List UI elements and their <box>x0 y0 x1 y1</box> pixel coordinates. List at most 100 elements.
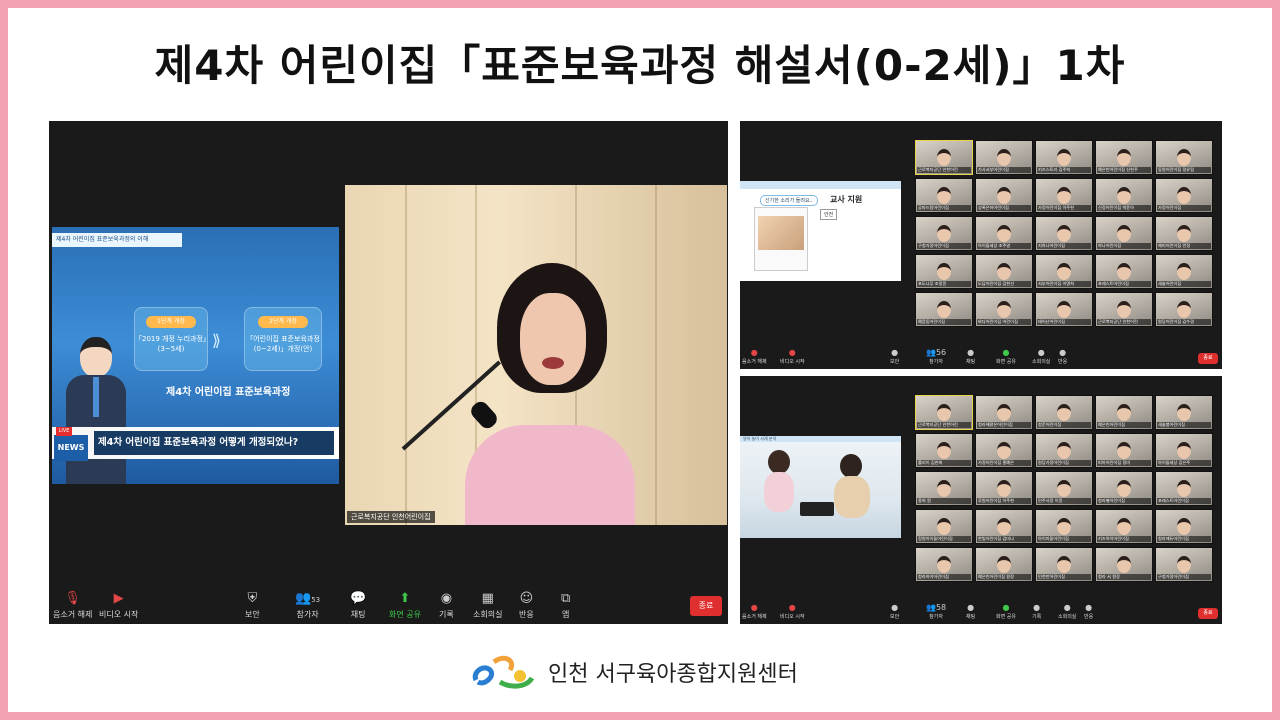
participant-tile[interactable]: 하나어린이집 <box>1095 216 1153 251</box>
participant-tile[interactable]: 지하나어린이집 <box>1035 216 1093 251</box>
participant-tile[interactable]: 아이들세상 김은주 <box>1155 433 1213 468</box>
participant-tile[interactable]: 민주사랑 이윤 <box>1035 471 1093 506</box>
participant-tile[interactable]: 종희 원 <box>915 471 973 506</box>
photo-header: 영아 놀이 사례 분석 <box>740 436 901 442</box>
participant-name: 아이마을어린이집 <box>1037 536 1091 542</box>
chat-button[interactable]: 💬 채팅 <box>350 591 366 620</box>
participant-tile[interactable]: 가정어린이집 <box>1155 178 1213 213</box>
toolbar-button[interactable]: ● 화면 공유 <box>996 348 1016 365</box>
participant-name: 가정어린이집 이주현 <box>1037 205 1091 211</box>
participant-name: 청라 서 원장 <box>1097 574 1151 580</box>
participant-tile[interactable]: 새솔어린이집 <box>1155 254 1213 289</box>
participant-name: 종희 원 <box>917 498 971 504</box>
participant-tile[interactable]: 포레스트어린이집 <box>1095 254 1153 289</box>
participants-button[interactable]: 👥53 참가자 <box>295 591 320 620</box>
toolbar-button[interactable]: ● 보안 <box>890 348 899 365</box>
participant-tile[interactable]: 예은빈어린이집 신현주 <box>1095 140 1153 175</box>
toolbar-button[interactable]: ● 비디오 시작 <box>780 603 805 620</box>
start-video-button[interactable]: ▶ 비디오 시작 <box>99 591 138 620</box>
toolbar-button[interactable]: 👥56 참가자 <box>926 348 946 365</box>
breakout-rooms-button[interactable]: ▦ 소회의실 <box>473 591 502 620</box>
participant-tile[interactable]: 청라에듀어린이집 <box>1155 509 1213 544</box>
participant-tile[interactable]: 도담어린이집 김현선 <box>975 254 1033 289</box>
participant-tile[interactable]: 아이마을어린이집 <box>1035 509 1093 544</box>
end-meeting-button-2[interactable]: 종료 <box>1198 353 1218 364</box>
participant-name: 룰리이 김현희 <box>917 460 971 466</box>
participant-name: 바다어린이집 어린이집 <box>977 319 1031 325</box>
participant-tile[interactable]: 아이들세상 조주영 <box>975 216 1033 251</box>
participant-name: 루원어린이집 이주현 <box>977 498 1031 504</box>
toolbar-button[interactable]: ● 반응 <box>1058 348 1067 365</box>
participant-tile[interactable]: 근로복지공단 인천어린 <box>915 395 973 430</box>
toolbar-button[interactable]: ● 채팅 <box>966 603 975 620</box>
participant-tile[interactable]: 키즈스토리 김주희 <box>1035 140 1093 175</box>
toolbar-button[interactable]: ● 반응 <box>1084 603 1093 620</box>
participant-tile[interactable]: 구청가정어린이집 <box>915 216 973 251</box>
toolbar-button[interactable]: ● 비디오 시작 <box>780 348 805 365</box>
record-button[interactable]: ◉ 기록 <box>439 591 454 620</box>
participant-tile[interactable]: 가정어린이집 이주현 <box>1035 178 1093 213</box>
participant-tile[interactable]: 청라별어린이집 <box>1095 471 1153 506</box>
participant-tile[interactable]: 예음동어린이집 <box>915 292 973 327</box>
participant-name: 원당가정어린이집 <box>1037 460 1091 466</box>
participant-tile[interactable]: 공마드림어린이집 <box>915 178 973 213</box>
participant-tile[interactable]: 포레스트어린이집 <box>1155 471 1213 506</box>
toolbar-button[interactable]: ● 화면 공유 <box>996 603 1016 620</box>
participant-name: 해피어린이집 민정 <box>1157 243 1211 249</box>
participant-name: 근로복지공단 인천어린 <box>917 167 971 173</box>
page-title: 제4차 어린이집「표준보육과정 해설서(0-2세)」1차 <box>154 41 1126 90</box>
share-screen-button[interactable]: ⬆ 화면 공유 <box>389 591 421 620</box>
participant-name: 원당어린이집 김수경 <box>1157 319 1211 325</box>
participant-tile[interactable]: 룰리이 김현희 <box>915 433 973 468</box>
participant-tile[interactable]: 동원어린이집 정유림 <box>1155 140 1213 175</box>
participant-tile[interactable]: 새솔봄어린이집 <box>1155 395 1213 430</box>
participant-tile[interactable]: 서부어린이집 이명희 <box>1035 254 1093 289</box>
toolbar-button[interactable]: ● 음소거 해제 <box>742 348 767 365</box>
toolbar-icon: ● <box>1085 603 1093 612</box>
participant-tile[interactable]: 예은빈어린이집 <box>1095 395 1153 430</box>
participant-tile[interactable]: 키즈아이어린이집 <box>1095 509 1153 544</box>
toolbar-button[interactable]: ● 채팅 <box>966 348 975 365</box>
security-button[interactable]: ⛨ 보안 <box>245 591 260 620</box>
participant-tile[interactable]: 피아어린이집 정미 <box>1095 433 1153 468</box>
participant-name: 새솔봄어린이집 <box>1157 422 1211 428</box>
toolbar-button[interactable]: 👥58 참가자 <box>926 603 946 620</box>
toolbar-button[interactable]: ● 보안 <box>890 603 899 620</box>
participant-tile[interactable]: 청라하이어린이집 <box>915 547 973 582</box>
participant-tile[interactable]: 포도나무 조정윤 <box>915 254 973 289</box>
unmute-button[interactable]: 🎙 음소거 해제 <box>53 591 92 620</box>
apps-button[interactable]: ⧉ 앱 <box>561 591 570 620</box>
toolbar-button[interactable]: ● 기록 <box>1032 603 1041 620</box>
end-meeting-button[interactable]: 종료 <box>690 596 722 616</box>
speaker-video[interactable]: 근로복지공단 인천어린이집 <box>345 185 727 525</box>
participant-tile[interactable]: 근로복지공단 인천어린 <box>915 140 973 175</box>
participant-tile[interactable]: 가사서부어린이집 <box>975 140 1033 175</box>
participant-tile[interactable]: 청라 서 원장 <box>1095 547 1153 582</box>
participant-tile[interactable]: 해피어린이집 민정 <box>1155 216 1213 251</box>
participant-tile[interactable]: 정원아이들어린이집 <box>915 509 973 544</box>
participant-tile[interactable]: 청운어린이집 <box>1035 395 1093 430</box>
toolbar-button[interactable]: ● 소회의실 <box>1058 603 1076 620</box>
participant-tile[interactable]: 한빛어린이집 김미나 <box>975 509 1033 544</box>
participant-tile[interactable]: 루원어린이집 이주현 <box>975 471 1033 506</box>
participant-tile[interactable]: 바다어린이집 어린이집 <box>975 292 1033 327</box>
participant-tile[interactable]: 가정어린이집 홍예은 <box>975 433 1033 468</box>
participant-tile[interactable]: 예은빈어린이집 원장 <box>975 547 1033 582</box>
participant-tile[interactable]: 원당어린이집 김수경 <box>1155 292 1213 327</box>
participant-tile[interactable]: 구청가정어린이집 <box>1155 547 1213 582</box>
participant-tile[interactable]: 인천만어린이집 <box>1035 547 1093 582</box>
participant-tile[interactable]: 근로복지공단 인천어린 <box>1095 292 1153 327</box>
toolbar-button[interactable]: ● 음소거 해제 <box>742 603 767 620</box>
participant-tile[interactable]: 원당가정어린이집 <box>1035 433 1093 468</box>
participant-video <box>1117 301 1131 318</box>
participant-video <box>1057 480 1071 497</box>
end-meeting-button-3[interactable]: 종료 <box>1198 608 1218 619</box>
participant-tile[interactable]: 신정어린이집 박윤아 <box>1095 178 1153 213</box>
toolbar-button[interactable]: ● 소회의실 <box>1032 348 1050 365</box>
reactions-button[interactable]: ☺ 반응 <box>519 591 534 620</box>
participant-tile[interactable]: 태어난어린이집 <box>1035 292 1093 327</box>
participant-video <box>937 263 951 280</box>
participant-tile[interactable]: 청라해맑은어린이집 <box>975 395 1033 430</box>
participant-video <box>937 149 951 166</box>
participant-tile[interactable]: 상록은하어린이집 <box>975 178 1033 213</box>
